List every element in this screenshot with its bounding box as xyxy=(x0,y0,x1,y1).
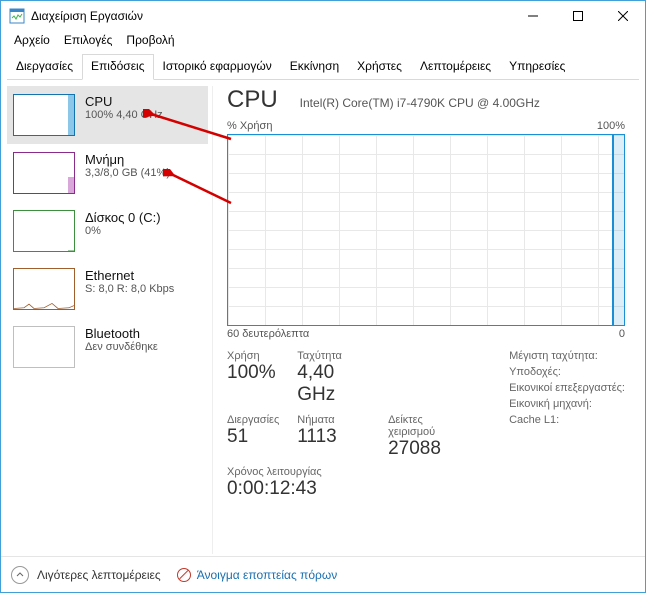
sidebar-item-memory[interactable]: Μνήμη 3,3/8,0 GB (41%) xyxy=(7,144,208,202)
tab-services[interactable]: Υπηρεσίες xyxy=(500,54,574,80)
close-button[interactable] xyxy=(600,1,645,31)
tab-details[interactable]: Λεπτομέρειες xyxy=(411,54,500,80)
bluetooth-sub: Δεν συνδέθηκε xyxy=(85,341,158,353)
cpu-name: Intel(R) Core(TM) i7-4790K CPU @ 4.00GHz xyxy=(300,96,540,110)
tab-processes[interactable]: Διεργασίες xyxy=(7,54,82,80)
menubar: Αρχείο Επιλογές Προβολή xyxy=(1,31,645,51)
sockets-label: Υποδοχές: xyxy=(509,366,625,378)
ethernet-sub: S: 8,0 R: 8,0 Kbps xyxy=(85,283,174,295)
sidebar: CPU 100% 4,40 GHz Μνήμη 3,3/8,0 GB (41%)… xyxy=(7,86,213,554)
cpu-label: CPU xyxy=(85,94,163,109)
sidebar-item-disk[interactable]: Δίσκος 0 (C:) 0% xyxy=(7,202,208,260)
tab-startup[interactable]: Εκκίνηση xyxy=(281,54,348,80)
usage-value: 100% xyxy=(227,362,279,384)
procs-label: Διεργασίες xyxy=(227,414,279,426)
chart-y-max: 100% xyxy=(597,120,625,132)
uptime-value: 0:00:12:43 xyxy=(227,478,469,500)
tab-performance[interactable]: Επιδόσεις xyxy=(82,54,154,80)
chart-x-min: 0 xyxy=(619,328,625,340)
disk-label: Δίσκος 0 (C:) xyxy=(85,210,161,225)
main-panel: CPU Intel(R) Core(TM) i7-4790K CPU @ 4.0… xyxy=(213,86,639,554)
maximize-button[interactable] xyxy=(555,1,600,31)
memory-sub: 3,3/8,0 GB (41%) xyxy=(85,167,170,179)
footer: Λιγότερες λεπτομέρειες Άνοιγμα εποπτείας… xyxy=(1,556,645,592)
tab-users[interactable]: Χρήστες xyxy=(348,54,411,80)
max-speed-label: Μέγιστη ταχύτητα: xyxy=(509,350,625,362)
titlebar: Διαχείριση Εργασιών xyxy=(1,1,645,31)
cpu-sub: 100% 4,40 GHz xyxy=(85,109,163,121)
sidebar-item-ethernet[interactable]: Ethernet S: 8,0 R: 8,0 Kbps xyxy=(7,260,208,318)
app-icon xyxy=(9,8,25,24)
usage-label: Χρήση xyxy=(227,350,279,362)
menu-view[interactable]: Προβολή xyxy=(119,31,181,51)
content: CPU 100% 4,40 GHz Μνήμη 3,3/8,0 GB (41%)… xyxy=(1,80,645,560)
handles-label: Δείκτες χειρισμού xyxy=(388,414,469,438)
open-resmon-label: Άνοιγμα εποπτείας πόρων xyxy=(197,568,338,582)
chart-y-label: % Χρήση xyxy=(227,120,272,132)
ethernet-label: Ethernet xyxy=(85,268,174,283)
sidebar-item-cpu[interactable]: CPU 100% 4,40 GHz xyxy=(7,86,208,144)
speed-label: Ταχύτητα xyxy=(297,350,370,362)
menu-options[interactable]: Επιλογές xyxy=(57,31,120,51)
sidebar-item-bluetooth[interactable]: Bluetooth Δεν συνδέθηκε xyxy=(7,318,208,376)
threads-label: Νήματα xyxy=(297,414,370,426)
window-title: Διαχείριση Εργασιών xyxy=(31,9,510,23)
bluetooth-label: Bluetooth xyxy=(85,326,158,341)
chart-x-label: 60 δευτερόλεπτα xyxy=(227,328,309,340)
page-title: CPU xyxy=(227,86,278,114)
ethernet-thumb xyxy=(13,268,75,310)
minimize-button[interactable] xyxy=(510,1,555,31)
fewer-details-link[interactable]: Λιγότερες λεπτομέρειες xyxy=(37,568,161,582)
bluetooth-thumb xyxy=(13,326,75,368)
memory-thumb xyxy=(13,152,75,194)
vm-label: Εικονική μηχανή: xyxy=(509,398,625,410)
speed-value: 4,40 GHz xyxy=(297,362,370,406)
disk-sub: 0% xyxy=(85,225,161,237)
l1-label: Cache L1: xyxy=(509,414,625,426)
disk-thumb xyxy=(13,210,75,252)
tabstrip: Διεργασίες Επιδόσεις Ιστορικό εφαρμογών … xyxy=(7,53,639,80)
chevron-up-icon[interactable] xyxy=(11,566,29,584)
memory-label: Μνήμη xyxy=(85,152,170,167)
cpu-thumb xyxy=(13,94,75,136)
handles-value: 27088 xyxy=(388,438,469,460)
virt-cpus-label: Εικονικοί επεξεργαστές: xyxy=(509,382,625,394)
threads-value: 1113 xyxy=(297,426,370,448)
uptime-label: Χρόνος λειτουργίας xyxy=(227,466,469,478)
cpu-usage-chart[interactable] xyxy=(227,134,625,326)
open-resmon-link[interactable]: Άνοιγμα εποπτείας πόρων xyxy=(177,568,338,582)
procs-value: 51 xyxy=(227,426,279,448)
resmon-icon xyxy=(177,568,191,582)
tab-app-history[interactable]: Ιστορικό εφαρμογών xyxy=(154,54,281,80)
menu-file[interactable]: Αρχείο xyxy=(7,31,57,51)
